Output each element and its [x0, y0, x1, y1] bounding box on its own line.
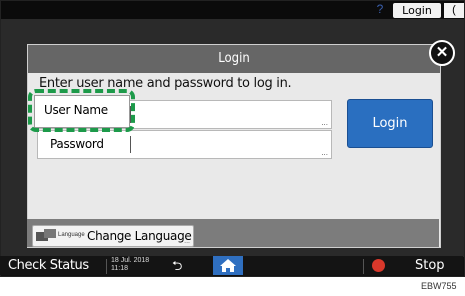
close-icon: ✕	[435, 44, 449, 61]
divider	[106, 259, 107, 274]
dialog-title: Login	[218, 51, 250, 66]
back-icon[interactable]: ⮌	[172, 257, 182, 279]
highlight-callout	[28, 89, 135, 132]
stop-icon[interactable]	[372, 259, 385, 272]
more-icon: ...	[184, 238, 190, 245]
close-button[interactable]: ✕	[429, 40, 455, 66]
date-text: 18 Jul. 2018	[111, 257, 150, 264]
time-text: 11:18	[111, 265, 128, 272]
date-time: 18 Jul. 2018 11:18	[111, 257, 149, 273]
help-button[interactable]: ?	[369, 2, 391, 17]
top-bar: ? Login (	[1, 1, 464, 19]
password-field[interactable]: Password ...	[37, 130, 332, 159]
more-icon: ...	[321, 118, 328, 127]
language-icon-label: Language	[58, 232, 85, 238]
more-icon: ...	[321, 148, 328, 157]
check-status-button[interactable]: Check Status	[8, 258, 89, 273]
home-icon	[220, 259, 236, 272]
password-label: Password	[50, 137, 104, 151]
home-button[interactable]	[213, 256, 243, 275]
divider	[363, 259, 364, 274]
field-divider	[130, 136, 131, 153]
change-language-label: Change Language	[87, 229, 192, 243]
login-top-button[interactable]: Login	[393, 3, 441, 18]
dialog-header: Login	[28, 45, 440, 73]
language-icon	[36, 229, 56, 241]
figure-code: EBW755	[421, 281, 457, 291]
energy-saver-button[interactable]: (	[444, 3, 464, 18]
stop-button[interactable]: Stop	[415, 258, 445, 273]
change-language-button[interactable]: Language Change Language ...	[32, 225, 194, 247]
login-button[interactable]: Login	[347, 99, 433, 148]
